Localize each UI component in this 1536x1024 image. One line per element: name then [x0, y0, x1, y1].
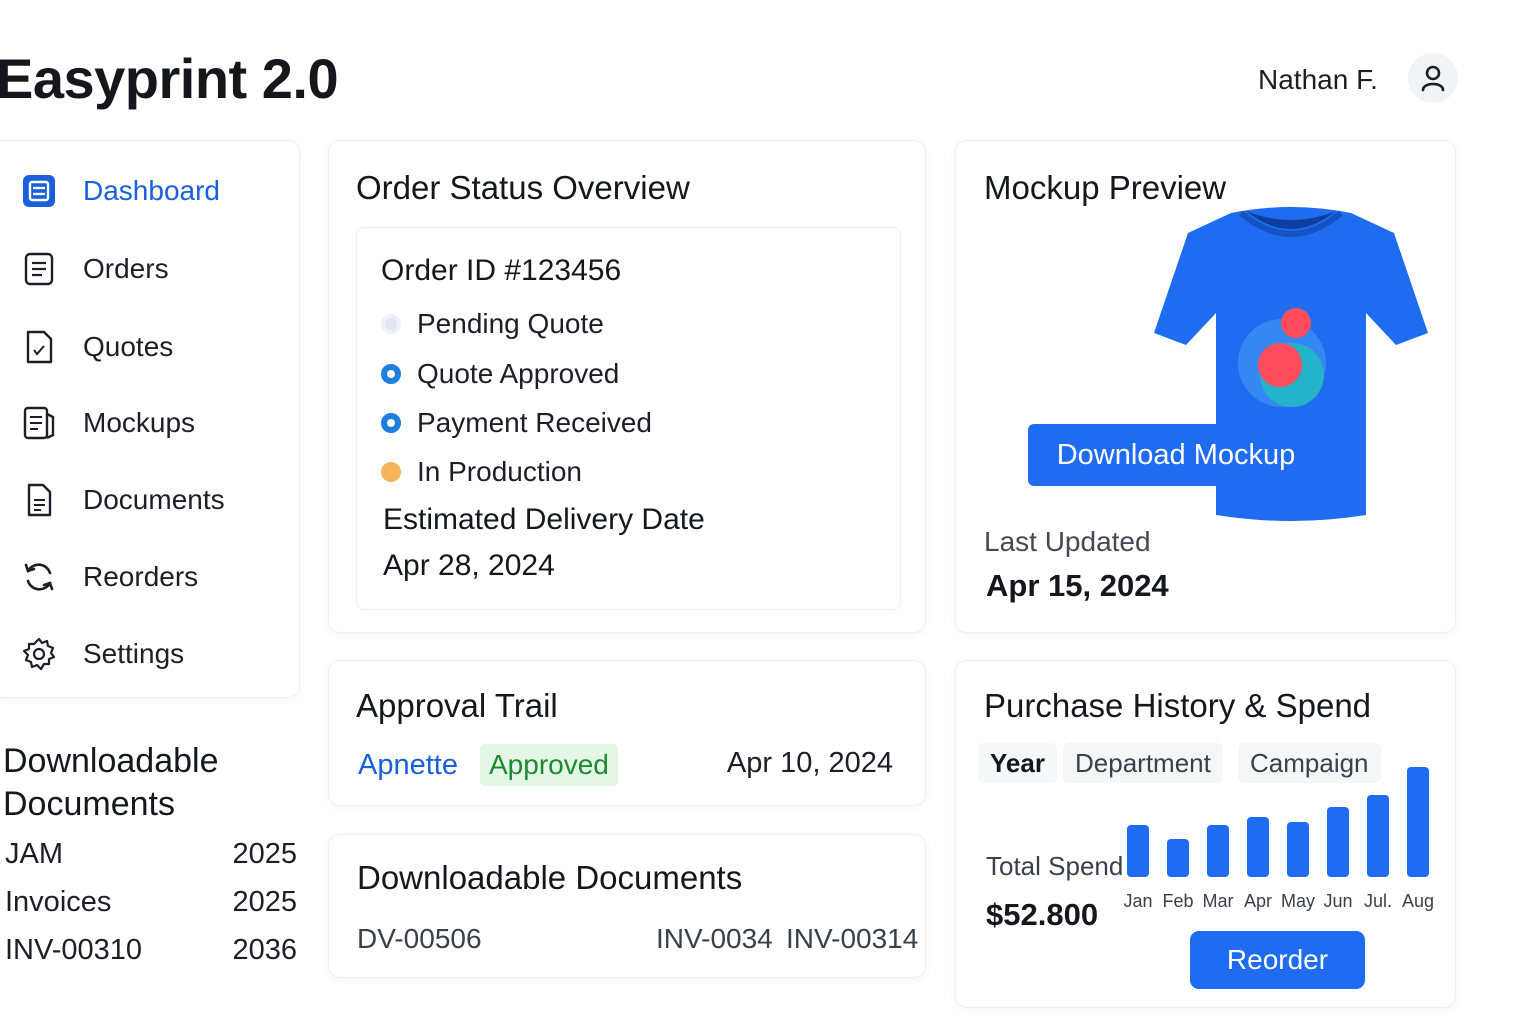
status-step-label: Quote Approved	[417, 358, 620, 389]
app-title: Easyprint 2.0	[0, 47, 339, 110]
gear-icon	[21, 636, 57, 672]
orders-icon	[21, 251, 57, 287]
reorder-button[interactable]: Reorder	[1190, 931, 1365, 989]
chart-bar-jun	[1327, 807, 1349, 877]
estimated-delivery-label: Estimated Delivery Date	[383, 503, 705, 536]
left-doc-name: JAM	[5, 838, 63, 870]
status-step-label: Pending Quote	[417, 308, 604, 339]
approval-trail-card: Approval Trail Apnette Approved Apr 10, …	[328, 660, 926, 806]
spend-bar-chart: Jan Feb Mar Apr May Jun Jul. Aug	[1123, 767, 1434, 911]
purchase-history-card: Purchase History & Spend Year Department…	[955, 660, 1456, 1008]
left-doc-name: INV-00310	[5, 934, 143, 966]
mockups-icon	[21, 405, 57, 441]
chart-tick-label: May	[1281, 891, 1315, 911]
chart-tick-label: Feb	[1162, 891, 1193, 911]
sidebar-item-dashboard[interactable]: Dashboard	[21, 173, 220, 209]
refresh-icon	[21, 559, 57, 595]
last-updated-date: Apr 15, 2024	[986, 568, 1169, 603]
approval-title: Approval Trail	[356, 687, 558, 724]
chart-tick-label: Aug	[1402, 891, 1434, 911]
chart-bar-may	[1287, 822, 1309, 877]
sidebar-item-label: Quotes	[83, 331, 174, 362]
sidebar-item-label: Reorders	[83, 561, 199, 592]
chart-bar-apr	[1247, 817, 1269, 877]
sidebar-item-label: Documents	[83, 484, 225, 515]
document-link[interactable]: DV-00506	[357, 923, 482, 955]
user-icon	[1421, 65, 1445, 92]
mockup-preview-card: Mockup Preview Download Mockup Last Upda…	[955, 140, 1456, 633]
left-doc-year: 2025	[232, 886, 297, 918]
status-badge: Approved	[480, 744, 618, 786]
order-id: Order ID #123456	[381, 254, 622, 287]
download-mockup-button[interactable]: Download Mockup	[1028, 424, 1324, 486]
sidebar: Dashboard Orders Quotes Mockups Document…	[0, 140, 300, 698]
left-doc-name: Invoices	[5, 886, 112, 918]
left-doc-row[interactable]: Invoices 2025	[5, 886, 297, 919]
quotes-icon	[21, 329, 57, 365]
order-status-title: Order Status Overview	[356, 169, 690, 206]
left-doc-row[interactable]: JAM 2025	[5, 838, 297, 871]
downloadable-documents-card: Downloadable Documents DV-00506 INV-0034…	[328, 834, 926, 978]
status-step-label: In Production	[417, 456, 582, 487]
left-doc-year: 2025	[232, 838, 297, 870]
sidebar-item-orders[interactable]: Orders	[21, 251, 169, 287]
sidebar-item-label: Dashboard	[83, 175, 220, 206]
sidebar-item-mockups[interactable]: Mockups	[21, 405, 195, 441]
status-done-dot	[381, 364, 401, 384]
left-docs-title: Downloadable Documents	[3, 742, 219, 823]
chart-tick-label: Jun	[1323, 891, 1352, 911]
order-detail-panel: Order ID #123456 Pending Quote Quote App…	[356, 227, 901, 610]
status-step-label: Payment Received	[417, 407, 653, 438]
sidebar-item-label: Mockups	[83, 407, 196, 438]
total-spend-value: $52.800	[986, 897, 1099, 932]
sidebar-item-settings[interactable]: Settings	[21, 636, 184, 672]
chart-bar-aug	[1407, 767, 1429, 877]
chart-tick-label: Jul.	[1364, 891, 1392, 911]
left-doc-row[interactable]: INV-00310 2036	[5, 934, 297, 967]
status-step: Payment Received	[381, 407, 652, 439]
status-progress-dot	[381, 462, 401, 482]
last-updated-label: Last Updated	[984, 526, 1151, 557]
mockup-title: Mockup Preview	[984, 169, 1227, 206]
sidebar-item-reorders[interactable]: Reorders	[21, 559, 198, 595]
document-link[interactable]: INV-0034	[656, 923, 773, 955]
user-avatar[interactable]	[1408, 53, 1458, 103]
status-step: Quote Approved	[381, 358, 619, 390]
sidebar-item-documents[interactable]: Documents	[21, 482, 225, 518]
chart-tick-label: Mar	[1203, 891, 1234, 911]
dashboard-icon	[21, 173, 57, 209]
approver-name[interactable]: Apnette	[358, 749, 458, 782]
sidebar-item-label: Orders	[83, 253, 169, 284]
purchase-title: Purchase History & Spend	[984, 687, 1372, 724]
documents-icon	[21, 482, 57, 518]
chart-bar-jul	[1367, 795, 1389, 877]
total-spend-label: Total Spend	[986, 851, 1124, 881]
status-step: In Production	[381, 456, 582, 488]
sidebar-item-label: Settings	[83, 638, 185, 669]
chart-tick-label: Jan	[1123, 891, 1152, 911]
estimated-delivery-date: Apr 28, 2024	[383, 549, 555, 582]
order-status-card: Order Status Overview Order ID #123456 P…	[328, 140, 926, 633]
chart-bar-mar	[1207, 825, 1229, 877]
status-step: Pending Quote	[381, 308, 604, 340]
status-pending-dot	[381, 314, 401, 334]
chart-tick-label: Apr	[1244, 891, 1272, 911]
tab-year[interactable]: Year	[978, 743, 1057, 783]
chart-bar-feb	[1167, 839, 1189, 877]
document-link[interactable]: INV-00314	[786, 923, 918, 955]
left-doc-year: 2036	[232, 934, 297, 966]
approval-date: Apr 10, 2024	[726, 747, 893, 779]
user-name[interactable]: Nathan F.	[1258, 64, 1378, 96]
documents-title: Downloadable Documents	[357, 859, 743, 896]
chart-bar-jan	[1127, 825, 1149, 877]
sidebar-item-quotes[interactable]: Quotes	[21, 329, 173, 365]
status-done-dot	[381, 413, 401, 433]
